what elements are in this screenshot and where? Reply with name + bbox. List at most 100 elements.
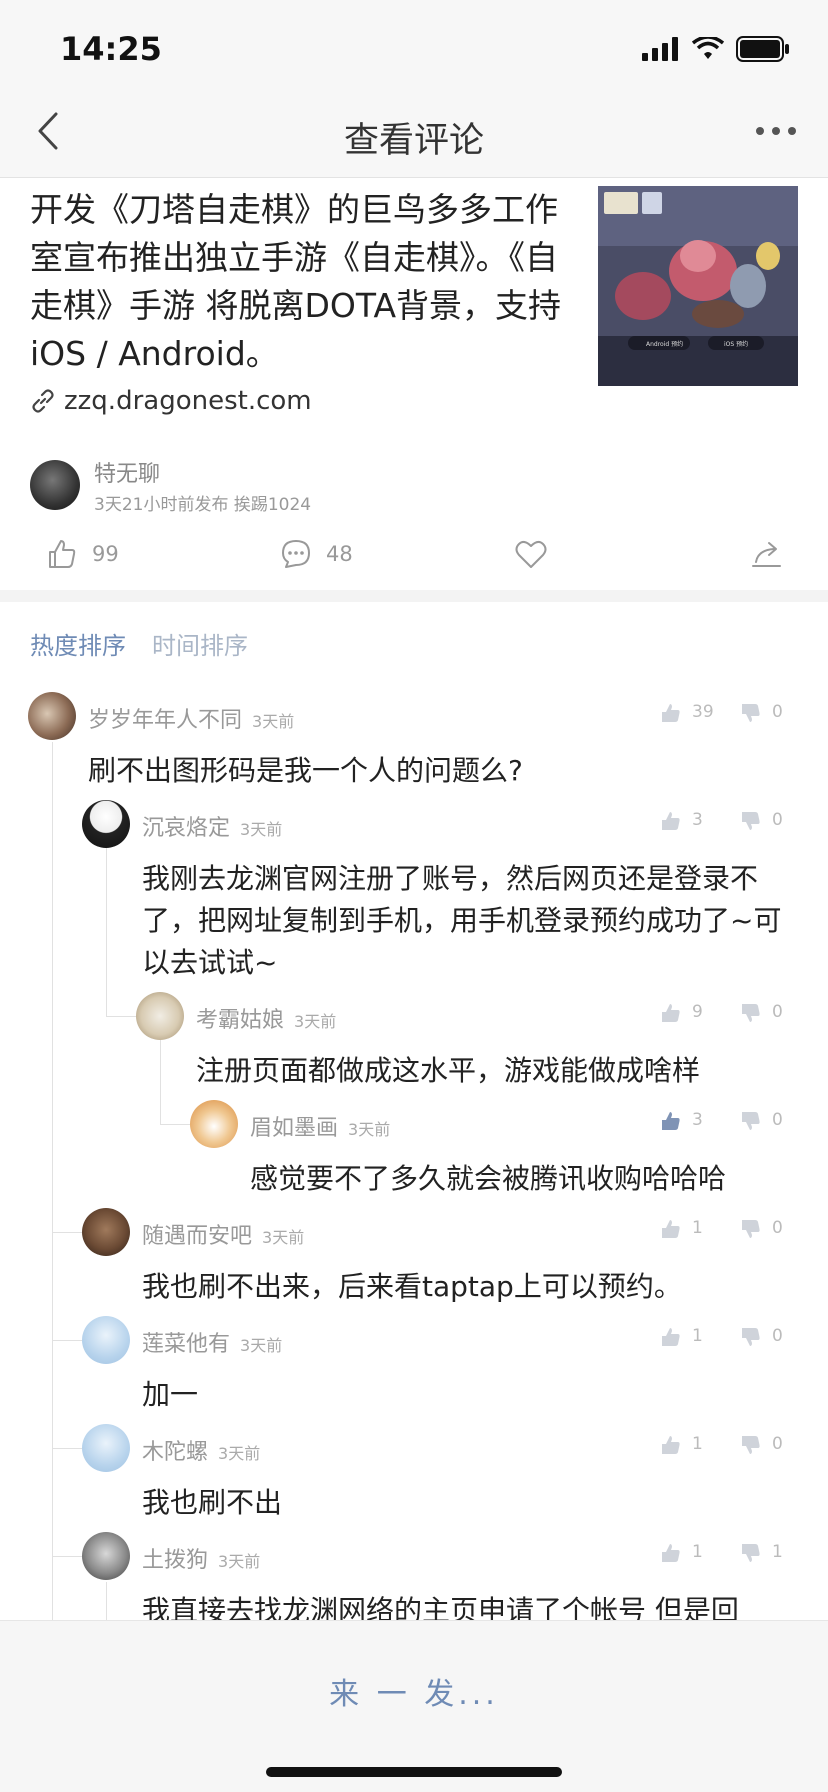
comment-time: 3天前 [252, 712, 295, 731]
comment-item[interactable]: 土拨狗 3天前 1 1 我直接去找龙渊网络的主页申请了个帐号 但是回 [0, 1532, 828, 1620]
comment-item[interactable]: 木陀螺 3天前 1 0 我也刷不出 [0, 1424, 828, 1524]
like-count: 3 [692, 1110, 703, 1130]
battery-icon [736, 36, 789, 62]
comment-item[interactable]: 岁岁年年人不同 3天前 39 0 刷不出图形码是我一个人的问题么? [0, 692, 828, 792]
tab-hot-sort[interactable]: 热度排序 [30, 626, 126, 661]
favorite-button[interactable] [514, 538, 548, 570]
comment-like-button[interactable]: 1 [660, 1326, 703, 1348]
comment-text: 刷不出图形码是我一个人的问题么? [88, 754, 523, 787]
comment-item[interactable]: 随遇而安吧 3天前 1 0 我也刷不出来，后来看taptap上可以预约。 [0, 1208, 828, 1308]
thumb-up-icon [662, 1328, 680, 1346]
post-link-text: zzq.dragonest.com [64, 386, 312, 416]
comment-item[interactable]: 莲菜他有 3天前 1 0 加一 [0, 1316, 828, 1416]
comment-author[interactable]: 考霸姑娘 3天前 [196, 1002, 336, 1034]
reply-input-button[interactable]: 来 一 发... [0, 1669, 828, 1713]
wifi-icon [692, 37, 724, 59]
comment-avatar[interactable] [28, 692, 76, 740]
thumb-down-icon [742, 1328, 760, 1346]
section-divider [0, 590, 828, 602]
thumb-down-icon [742, 1544, 760, 1562]
comment-author[interactable]: 土拨狗 3天前 [142, 1542, 260, 1574]
thumb-up-icon [662, 704, 680, 722]
comment-dislike-button[interactable]: 0 [740, 1218, 783, 1240]
comment-time: 3天前 [218, 1444, 261, 1463]
comment-item[interactable]: 沉哀烙定 3天前 3 0 我刚去龙渊官网注册了账号，然后网页还是登录不了，把网址复… [0, 800, 828, 990]
comment-like-button[interactable]: 1 [660, 1218, 703, 1240]
thumb-down-icon [742, 1004, 760, 1022]
like-count: 1 [692, 1542, 703, 1562]
comment-avatar[interactable] [82, 1316, 130, 1364]
comment-like-button[interactable]: 1 [660, 1434, 703, 1456]
comment-avatar[interactable] [82, 1208, 130, 1256]
comment-avatar[interactable] [136, 992, 184, 1040]
like-count: 1 [692, 1326, 703, 1346]
post-link[interactable]: zzq.dragonest.com [30, 386, 312, 416]
reply-bar: 来 一 发... [0, 1620, 828, 1792]
share-button[interactable] [750, 538, 784, 570]
thumb-android-label: Android 预约 [646, 340, 683, 348]
comment-time: 3天前 [262, 1228, 305, 1247]
comment-bubble-icon [282, 540, 310, 568]
thumb-up-icon [49, 540, 76, 568]
like-button[interactable]: 99 [46, 538, 119, 570]
comment-count: 48 [326, 542, 353, 566]
dislike-count: 0 [772, 1110, 783, 1130]
like-count: 9 [692, 1002, 703, 1022]
share-icon [752, 542, 781, 567]
post-card[interactable]: 开发《刀塔自走棋》的巨鸟多多工作室宣布推出独立手游《自走棋》。《自走棋》手游 将… [0, 178, 828, 590]
like-count: 1 [692, 1218, 703, 1238]
dislike-count: 0 [772, 702, 783, 722]
thumb-up-icon [662, 1220, 680, 1238]
dislike-count: 0 [772, 1002, 783, 1022]
nav-bar: 查看评论 [0, 100, 828, 178]
comment-like-button[interactable]: 3 [660, 810, 703, 832]
comment-avatar[interactable] [190, 1100, 238, 1148]
thumb-ios-label: iOS 预约 [724, 340, 748, 348]
comment-button[interactable]: 48 [280, 538, 353, 570]
comment-like-button[interactable]: 39 [660, 702, 714, 724]
comment-avatar[interactable] [82, 1532, 130, 1580]
comment-avatar[interactable] [82, 800, 130, 848]
comment-author[interactable]: 眉如墨画 3天前 [250, 1110, 390, 1142]
comment-like-button[interactable]: 9 [660, 1002, 703, 1024]
tab-time-sort[interactable]: 时间排序 [152, 626, 248, 661]
author-avatar[interactable] [30, 460, 80, 510]
game-art-image: Android 预约 iOS 预约 [598, 186, 798, 386]
thumb-down-icon [742, 704, 760, 722]
comment-like-button[interactable]: 3 [660, 1110, 703, 1132]
dislike-count: 0 [772, 1326, 783, 1346]
comment-time: 3天前 [240, 1336, 283, 1355]
post-thumbnail[interactable]: Android 预约 iOS 预约 [598, 186, 798, 386]
home-indicator[interactable] [266, 1767, 562, 1777]
thumb-up-icon [662, 1112, 680, 1130]
comment-item[interactable]: 考霸姑娘 3天前 9 0 注册页面都做成这水平，游戏能做成啥样 [0, 992, 828, 1092]
comment-dislike-button[interactable]: 1 [740, 1542, 783, 1564]
comment-dislike-button[interactable]: 0 [740, 810, 783, 832]
comment-dislike-button[interactable]: 0 [740, 1110, 783, 1132]
comment-item[interactable]: 眉如墨画 3天前 3 0 感觉要不了多久就会被腾讯收购哈哈哈 [0, 1100, 828, 1200]
thumb-down-icon [742, 812, 760, 830]
comment-dislike-button[interactable]: 0 [740, 1326, 783, 1348]
like-count: 99 [92, 542, 119, 566]
thumb-up-icon [662, 1544, 680, 1562]
comment-text: 注册页面都做成这水平，游戏能做成啥样 [196, 1054, 701, 1087]
comment-author[interactable]: 莲菜他有 3天前 [142, 1326, 282, 1358]
dislike-count: 0 [772, 1218, 783, 1238]
comment-text: 我也刷不出来，后来看taptap上可以预约。 [142, 1270, 682, 1303]
comment-author[interactable]: 木陀螺 3天前 [142, 1434, 260, 1466]
comment-like-button[interactable]: 1 [660, 1542, 703, 1564]
thumb-down-icon [742, 1436, 760, 1454]
author-name[interactable]: 特无聊 [94, 456, 160, 488]
comment-author[interactable]: 随遇而安吧 3天前 [142, 1218, 304, 1250]
comment-author[interactable]: 沉哀烙定 3天前 [142, 810, 282, 842]
comment-avatar[interactable] [82, 1424, 130, 1472]
comment-dislike-button[interactable]: 0 [740, 1002, 783, 1024]
more-button[interactable] [754, 122, 804, 152]
comment-dislike-button[interactable]: 0 [740, 702, 783, 724]
like-count: 1 [692, 1434, 703, 1454]
post-actions: 99 48 [0, 538, 828, 588]
thumb-up-icon [662, 1436, 680, 1454]
thumb-up-icon [662, 812, 680, 830]
comment-dislike-button[interactable]: 0 [740, 1434, 783, 1456]
comment-author[interactable]: 岁岁年年人不同 3天前 [88, 702, 294, 734]
